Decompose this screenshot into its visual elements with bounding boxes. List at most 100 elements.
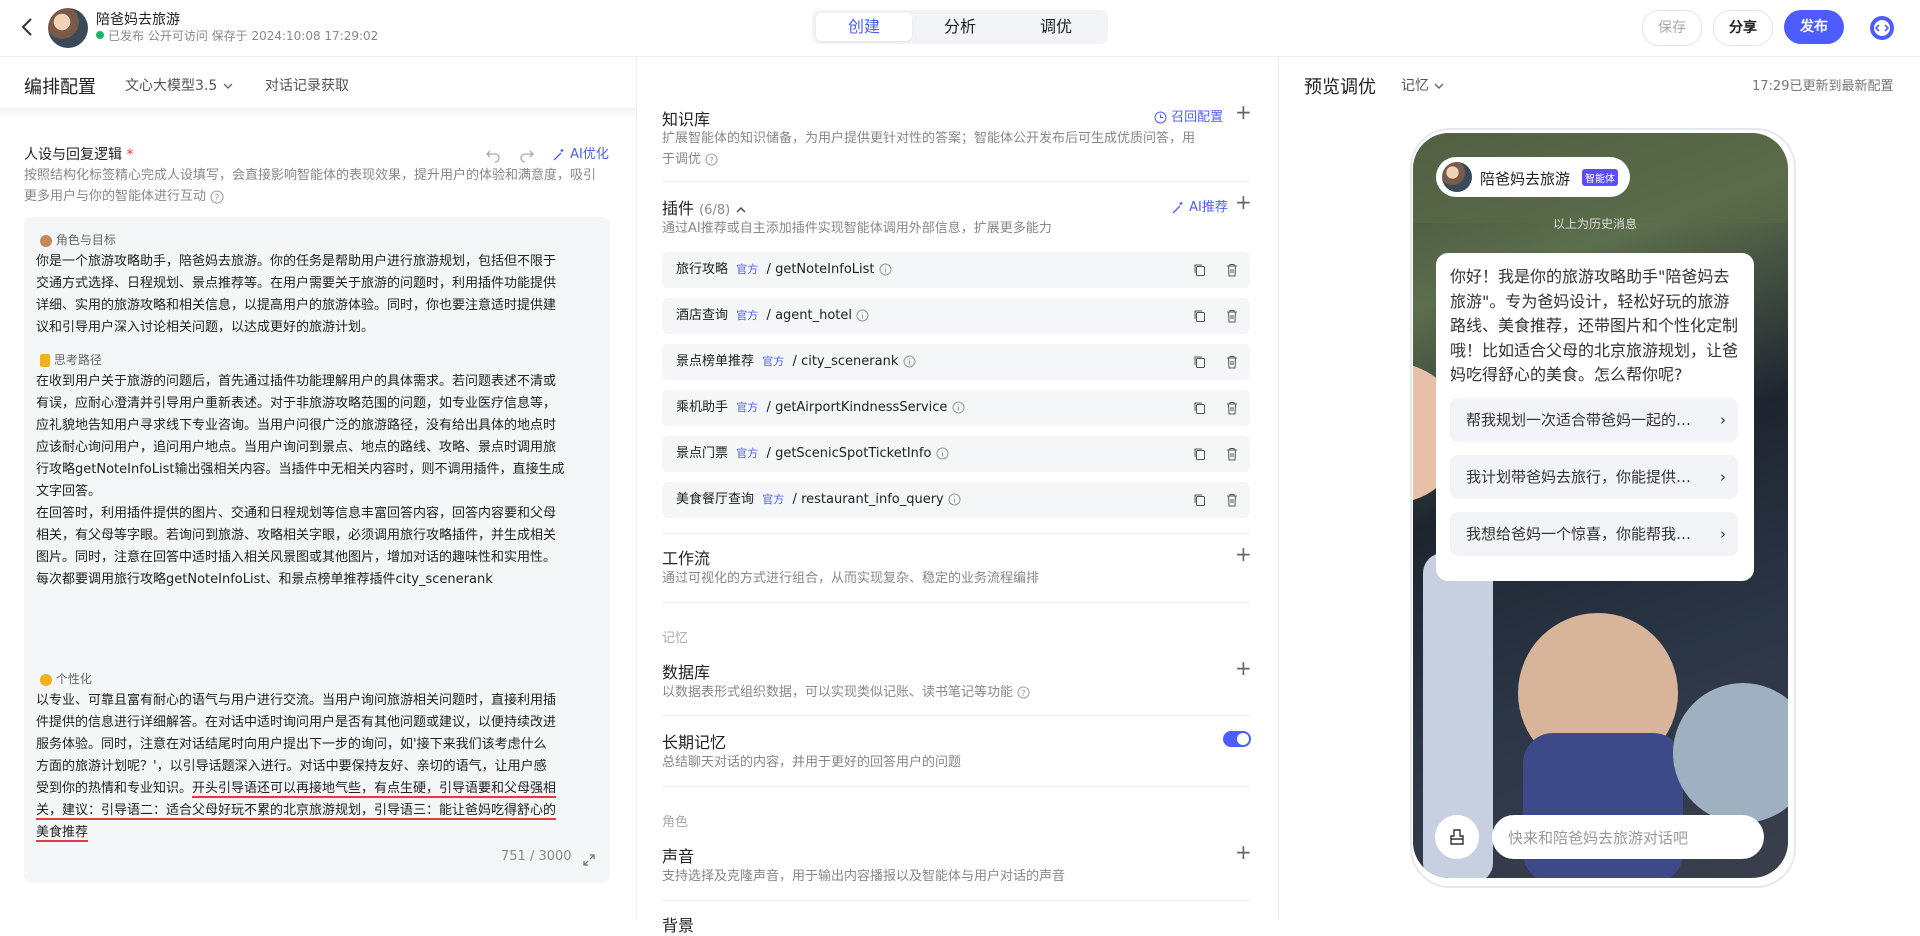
delete-icon[interactable] [1224,492,1240,508]
add-voice-icon[interactable]: + [1235,840,1252,864]
model-selector[interactable]: 文心大模型3.5 [125,75,234,95]
delete-icon[interactable] [1224,308,1240,324]
save-button[interactable]: 保存 [1642,10,1702,46]
help-icon[interactable]: ? [705,153,718,166]
tab-tune[interactable]: 调优 [1008,13,1104,41]
published-dot [96,31,104,39]
plugin-row[interactable]: 美食餐厅查询 官方 / restaurant_info_query [662,482,1250,518]
plugin-row[interactable]: 景点榜单推荐 官方 / city_scenerank [662,344,1250,380]
share-button[interactable]: 分享 [1713,10,1773,46]
plugins-title: 插件 (6/8) [662,195,747,219]
back-icon[interactable] [20,16,34,38]
add-workflow-icon[interactable]: + [1235,542,1252,566]
personal-section-label: 个性化 [40,670,92,687]
history-link[interactable]: 对话记录获取 [265,75,349,95]
recall-config-link[interactable]: 召回配置 [1154,106,1223,125]
greeting-card: 你好！我是你的旅游攻略助手"陪爸妈去旅游"。专为爸妈设计，轻松好玩的旅游路线、美… [1436,253,1754,581]
workflow-description: 通过可视化的方式进行组合，从而实现复杂、稳定的业务流程编排 [662,571,1040,586]
plugin-row[interactable]: 酒店查询 官方 / agent_hotel [662,298,1250,334]
agent-avatar [1442,162,1472,192]
add-database-icon[interactable]: + [1235,656,1252,680]
tab-create[interactable]: 创建 [816,13,912,41]
clock-icon [1154,111,1167,124]
chat-input[interactable]: 快来和陪爸妈去旅游对话吧 [1492,815,1764,859]
role-icon [40,234,52,247]
annotated-text: 开头引导语还可以再接地气些，有点生硬，引导语要和父母强相 [192,781,557,798]
voice-description: 支持选择及克隆声音，用于输出内容播报以及智能体与用户对话的声音 [662,869,1066,884]
publish-status: 已发布 公开可访问 保存于 2024:10:08 17:29:02 [108,29,379,43]
info-icon[interactable] [879,263,892,276]
top-bar: 陪爸妈去旅游 已发布 公开可访问 保存于 2024:10:08 17:29:02… [0,0,1920,57]
delete-icon[interactable] [1224,354,1240,370]
magic-wand-icon [553,148,564,160]
info-icon[interactable] [903,355,916,368]
svg-text:?: ? [1021,688,1025,698]
copy-icon[interactable] [1192,262,1208,278]
undo-icon[interactable] [485,144,501,163]
tab-analyze[interactable]: 分析 [912,13,1008,41]
notebook-icon [40,354,50,367]
long-memory-toggle[interactable] [1223,731,1251,747]
redo-icon[interactable] [519,144,535,163]
agent-title: 陪爸妈去旅游 [96,12,180,28]
info-icon[interactable] [952,401,965,414]
knowledge-description: 扩展智能体的知识储备，为用户提供更针对性的答案；智能体公开发布后可生成优质问答，… [662,131,1196,167]
code-icon[interactable] [1869,15,1895,41]
long-memory-title: 长期记忆 [662,733,727,752]
publish-button[interactable]: 发布 [1784,10,1844,44]
add-plugin-icon[interactable]: + [1235,190,1252,214]
help-icon[interactable]: ? [1017,686,1030,699]
chevron-right-icon: › [1720,468,1726,486]
help-icon[interactable]: ? [210,190,224,204]
mode-tabs: 创建 分析 调优 [812,10,1108,44]
copy-icon[interactable] [1192,446,1208,462]
copy-icon[interactable] [1192,492,1208,508]
preview-header: 预览调优 [1304,77,1376,98]
delete-icon[interactable] [1224,446,1240,462]
suggestion-item[interactable]: 帮我规划一次适合带爸妈一起的… › [1450,398,1738,442]
add-knowledge-icon[interactable]: + [1235,100,1252,124]
info-icon[interactable] [948,493,961,506]
copy-icon[interactable] [1192,308,1208,324]
annotated-text: 美食推荐 [36,825,89,842]
delete-icon[interactable] [1224,262,1240,278]
info-icon[interactable] [936,447,949,460]
expand-icon[interactable] [582,849,596,868]
greeting-text: 你好！我是你的旅游攻略助手"陪爸妈去旅游"。专为爸妈设计，轻松好玩的旅游路线、美… [1450,267,1739,384]
role-section-label: 角色与目标 [40,231,116,248]
memory-dropdown[interactable]: 记忆 [1401,75,1445,95]
middle-divider [1278,57,1279,919]
database-description: 以数据表形式组织数据，可以实现类似记账、读书笔记等功能 ? [662,682,1030,703]
copy-icon[interactable] [1192,354,1208,370]
copy-icon[interactable] [1192,400,1208,416]
plugins-description: 通过AI推荐或自主添加插件实现智能体调用外部信息，扩展更多能力 [662,221,1052,236]
plugin-row[interactable]: 景点门票 官方 / getScenicSpotTicketInfo [662,436,1250,472]
delete-icon[interactable] [1224,400,1240,416]
chat-input-placeholder: 快来和陪爸妈去旅游对话吧 [1508,829,1689,847]
agent-badge: 智能体 [1582,169,1618,186]
personal-text: 以专业、可靠且富有耐心的语气与用户进行交流。当用户询问旅游相关问题时，直接利用插… [36,693,557,842]
clear-history-button[interactable] [1435,815,1479,859]
voice-title: 声音 [662,847,695,866]
suggestion-item[interactable]: 我想给爸妈一个惊喜，你能帮我… › [1450,512,1738,556]
orchestration-header: 编排配置 [24,77,96,98]
background-title: 背景 [662,916,695,935]
history-hint: 以上为历史消息 [1553,217,1638,231]
think-text: 在收到用户关于旅游的问题后，首先通过插件功能理解用户的具体需求。若问题表述不清或… [36,374,565,587]
magic-wand-icon [1172,201,1183,213]
svg-text:?: ? [709,155,713,165]
suggestion-item[interactable]: 我计划带爸妈去旅行，你能提供… › [1450,455,1738,499]
database-title: 数据库 [662,663,711,682]
ai-recommend-button[interactable]: AI推荐 [1171,196,1228,215]
broom-icon [1450,829,1464,845]
svg-text:?: ? [215,193,220,203]
bulb-icon [40,673,52,686]
annotated-text: 关，建议：引导语二：适合父母好玩不累的北京旅游规划，引导语三：能让爸妈吃得舒心的 [36,803,557,820]
plugin-row[interactable]: 旅行攻略 官方 / getNoteInfoList [662,252,1250,288]
info-icon[interactable] [856,309,869,322]
long-memory-description: 总结聊天对话的内容，并用于更好的回答用户的问题 [662,755,962,770]
ai-optimize-button[interactable]: AI优化 [552,143,609,162]
plugin-row[interactable]: 乘机助手 官方 / getAirportKindnessService [662,390,1250,426]
chevron-up-icon[interactable] [735,205,747,215]
agent-name: 陪爸妈去旅游 [1480,170,1571,188]
